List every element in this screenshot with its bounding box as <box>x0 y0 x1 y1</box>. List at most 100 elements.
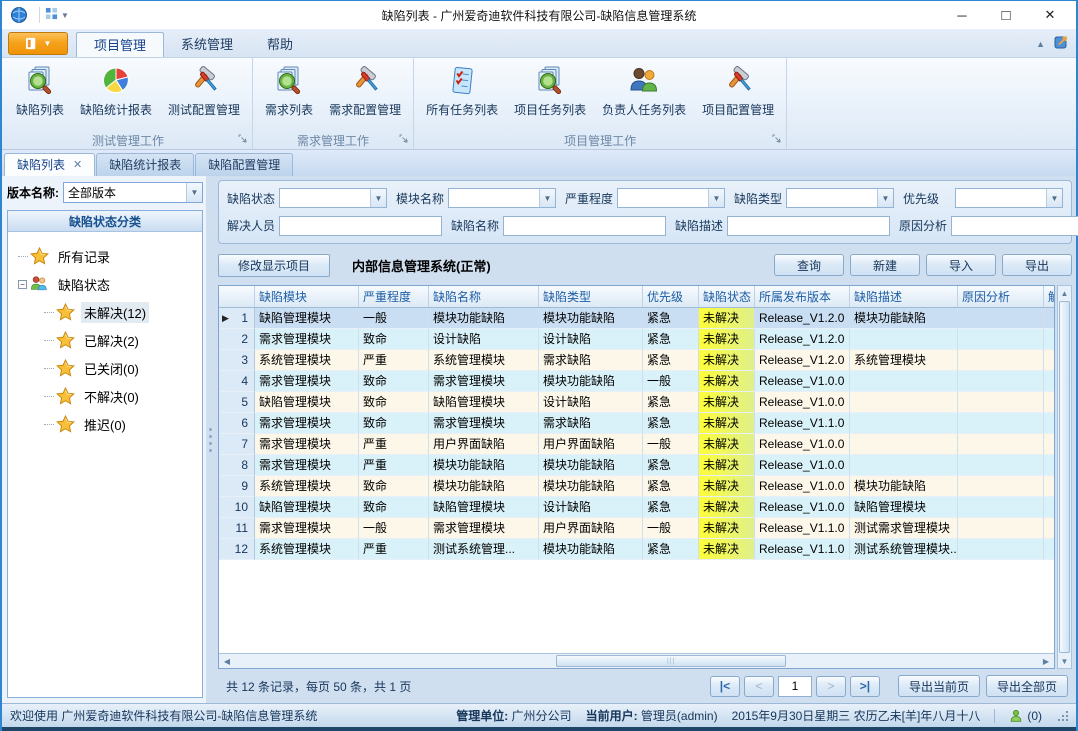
scroll-down-icon[interactable]: ▼ <box>1058 654 1071 668</box>
severity-filter-select[interactable]: ▼ <box>617 188 725 208</box>
row-number-cell[interactable]: ▶1 <box>219 308 255 329</box>
grid-column-header[interactable]: 缺陷状态 <box>699 286 755 307</box>
cell-version[interactable]: Release_V1.2.0 <box>755 329 850 350</box>
cell-severity[interactable]: 严重 <box>359 434 429 455</box>
resolver-filter-input[interactable] <box>279 216 442 236</box>
grid-column-header[interactable]: 严重程度 <box>359 286 429 307</box>
defect-desc-filter-input[interactable] <box>727 216 890 236</box>
cell-status[interactable]: 未解决 <box>699 308 755 329</box>
table-row[interactable]: 3系统管理模块严重系统管理模块需求缺陷紧急未解决Release_V1.2.0系统… <box>219 350 1054 371</box>
table-row[interactable]: 5缺陷管理模块致命缺陷管理模块设计缺陷紧急未解决Release_V1.0.0 <box>219 392 1054 413</box>
cell-severity[interactable]: 严重 <box>359 455 429 476</box>
cell-priority[interactable]: 紧急 <box>643 329 699 350</box>
table-row[interactable]: 4需求管理模块致命需求管理模块模块功能缺陷一般未解决Release_V1.0.0 <box>219 371 1054 392</box>
cell-module[interactable]: 系统管理模块 <box>255 476 359 497</box>
row-number-cell[interactable]: 6 <box>219 413 255 434</box>
first-page-button[interactable]: |< <box>710 676 740 697</box>
cell-module[interactable]: 需求管理模块 <box>255 455 359 476</box>
row-number-cell[interactable]: 7 <box>219 434 255 455</box>
cell-status[interactable]: 未解决 <box>699 455 755 476</box>
defect-list-button[interactable]: 缺陷列表 <box>8 60 72 132</box>
row-number-cell[interactable]: 3 <box>219 350 255 371</box>
defect-type-filter-select[interactable]: ▼ <box>786 188 894 208</box>
grid-column-header[interactable]: 原因分析 <box>958 286 1044 307</box>
grid-column-header[interactable]: 缺陷描述 <box>850 286 958 307</box>
cell-version[interactable]: Release_V1.2.0 <box>755 308 850 329</box>
cell-type[interactable]: 设计缺陷 <box>539 392 643 413</box>
cell-analysis[interactable] <box>958 434 1044 455</box>
cell-desc[interactable]: 测试需求管理模块 <box>850 518 958 539</box>
table-row[interactable]: 12系统管理模块严重测试系统管理...模块功能缺陷紧急未解决Release_V1… <box>219 539 1054 560</box>
table-row[interactable]: 10缺陷管理模块致命缺陷管理模块设计缺陷紧急未解决Release_V1.0.0缺… <box>219 497 1054 518</box>
cell-solution[interactable] <box>1044 413 1054 434</box>
cell-solution[interactable] <box>1044 308 1054 329</box>
cell-solution[interactable] <box>1044 497 1054 518</box>
horizontal-scrollbar[interactable]: ◀ ||| ▶ <box>219 653 1054 668</box>
table-row[interactable]: ▶1缺陷管理模块一般模块功能缺陷模块功能缺陷紧急未解决Release_V1.2.… <box>219 308 1054 329</box>
online-users-indicator[interactable]: (0) <box>1009 709 1042 723</box>
cell-name[interactable]: 设计缺陷 <box>429 329 539 350</box>
cell-type[interactable]: 设计缺陷 <box>539 497 643 518</box>
cell-module[interactable]: 缺陷管理模块 <box>255 308 359 329</box>
cell-status[interactable]: 未解决 <box>699 434 755 455</box>
cell-name[interactable]: 缺陷管理模块 <box>429 392 539 413</box>
table-row[interactable]: 7需求管理模块严重用户界面缺陷用户界面缺陷一般未解决Release_V1.0.0 <box>219 434 1054 455</box>
cell-analysis[interactable] <box>958 413 1044 434</box>
cell-version[interactable]: Release_V1.0.0 <box>755 392 850 413</box>
tree-item[interactable]: 已解决(2) <box>10 326 200 354</box>
cell-analysis[interactable] <box>958 350 1044 371</box>
cell-module[interactable]: 需求管理模块 <box>255 434 359 455</box>
cell-name[interactable]: 用户界面缺陷 <box>429 434 539 455</box>
cell-priority[interactable]: 一般 <box>643 371 699 392</box>
tree-item[interactable]: 所有记录 <box>10 242 200 270</box>
cell-type[interactable]: 模块功能缺陷 <box>539 476 643 497</box>
maximize-button[interactable]: □ <box>984 2 1028 28</box>
cell-version[interactable]: Release_V1.1.0 <box>755 539 850 560</box>
cell-desc[interactable] <box>850 413 958 434</box>
cell-analysis[interactable] <box>958 539 1044 560</box>
defect-name-filter-input[interactable] <box>503 216 666 236</box>
cell-type[interactable]: 模块功能缺陷 <box>539 455 643 476</box>
table-row[interactable]: 6需求管理模块致命需求管理模块需求缺陷紧急未解决Release_V1.1.0 <box>219 413 1054 434</box>
vertical-scrollbar[interactable]: ▲ ▼ <box>1057 285 1072 669</box>
cell-type[interactable]: 需求缺陷 <box>539 413 643 434</box>
row-number-cell[interactable]: 10 <box>219 497 255 518</box>
cell-module[interactable]: 需求管理模块 <box>255 371 359 392</box>
cell-status[interactable]: 未解决 <box>699 476 755 497</box>
export-all-pages-button[interactable]: 导出全部页 <box>986 675 1068 697</box>
quick-access-toolbar[interactable]: ▼ <box>45 7 69 23</box>
defect-report-button[interactable]: 缺陷统计报表 <box>72 60 160 132</box>
cell-severity[interactable]: 一般 <box>359 518 429 539</box>
cell-priority[interactable]: 紧急 <box>643 476 699 497</box>
cell-version[interactable]: Release_V1.1.0 <box>755 413 850 434</box>
cell-solution[interactable] <box>1044 371 1054 392</box>
grid-column-header[interactable]: 优先级 <box>643 286 699 307</box>
cell-status[interactable]: 未解决 <box>699 329 755 350</box>
tree-item[interactable]: 未解决(12) <box>10 298 200 326</box>
cell-name[interactable]: 模块功能缺陷 <box>429 476 539 497</box>
cell-module[interactable]: 需求管理模块 <box>255 413 359 434</box>
cell-solution[interactable] <box>1044 539 1054 560</box>
cell-priority[interactable]: 紧急 <box>643 455 699 476</box>
grid-column-header[interactable] <box>219 286 255 307</box>
test-config-button[interactable]: 测试配置管理 <box>160 60 248 132</box>
cell-name[interactable]: 模块功能缺陷 <box>429 308 539 329</box>
cell-priority[interactable]: 紧急 <box>643 497 699 518</box>
cell-analysis[interactable] <box>958 476 1044 497</box>
cell-name[interactable]: 需求管理模块 <box>429 371 539 392</box>
cell-desc[interactable] <box>850 371 958 392</box>
cell-solution[interactable] <box>1044 329 1054 350</box>
defect-status-filter-select[interactable]: ▼ <box>279 188 387 208</box>
cell-status[interactable]: 未解决 <box>699 371 755 392</box>
all-tasks-button[interactable]: 所有任务列表 <box>418 60 506 132</box>
minimize-button[interactable]: ─ <box>940 2 984 28</box>
search-button[interactable]: 查询 <box>774 254 844 276</box>
export-button[interactable]: 导出 <box>1002 254 1072 276</box>
version-select[interactable]: 全部版本 ▼ <box>63 182 203 203</box>
cell-severity[interactable]: 致命 <box>359 413 429 434</box>
cell-type[interactable]: 设计缺陷 <box>539 329 643 350</box>
cell-solution[interactable] <box>1044 455 1054 476</box>
cell-module[interactable]: 系统管理模块 <box>255 350 359 371</box>
cell-priority[interactable]: 紧急 <box>643 308 699 329</box>
cell-name[interactable]: 模块功能缺陷 <box>429 455 539 476</box>
